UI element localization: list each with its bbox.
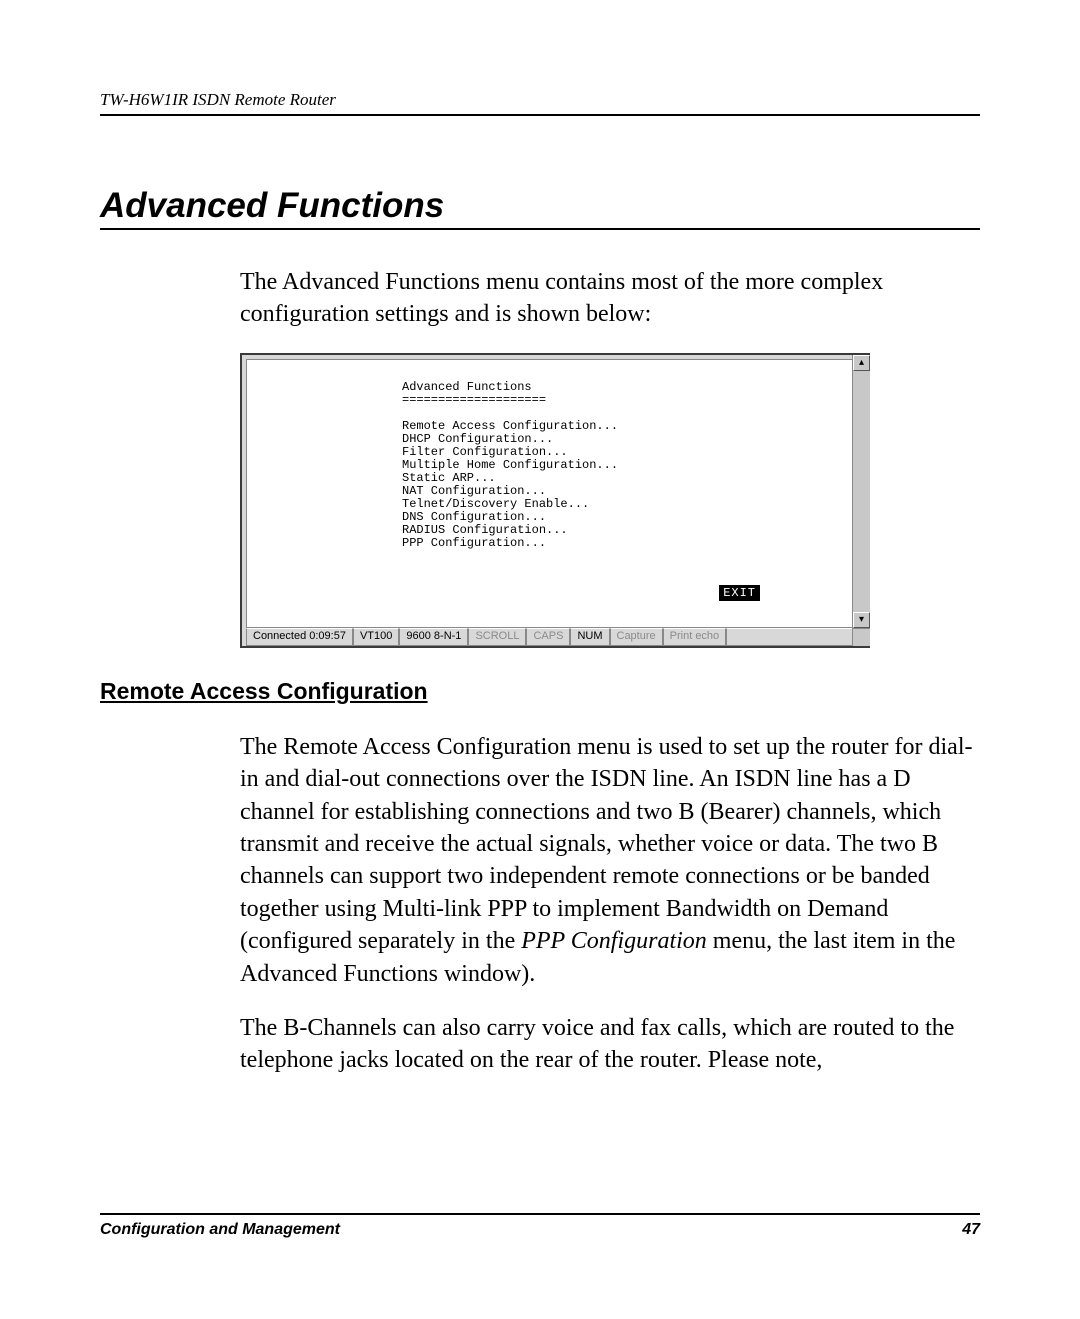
menu-item[interactable]: DHCP Configuration...: [402, 432, 553, 446]
status-num: NUM: [570, 628, 609, 646]
status-capture: Capture: [610, 628, 663, 646]
menu-item[interactable]: RADIUS Configuration...: [402, 523, 568, 537]
status-bar: Connected 0:09:57 VT100 9600 8-N-1 SCROL…: [246, 627, 853, 646]
status-port: 9600 8-N-1: [399, 628, 468, 646]
paragraph-1-italic: PPP Configuration: [521, 928, 707, 954]
paragraph-2: The B-Channels can also carry voice and …: [240, 1012, 980, 1077]
running-header: TW-H6W1IR ISDN Remote Router: [100, 90, 980, 116]
menu-item[interactable]: DNS Configuration...: [402, 510, 546, 524]
menu-item[interactable]: Remote Access Configuration...: [402, 419, 618, 433]
terminal-underline: ====================: [402, 393, 546, 407]
status-caps: CAPS: [526, 628, 570, 646]
page-number: 47: [962, 1221, 980, 1239]
menu-item[interactable]: PPP Configuration...: [402, 536, 546, 550]
menu-item[interactable]: Telnet/Discovery Enable...: [402, 497, 589, 511]
resize-grip-icon[interactable]: [852, 628, 870, 646]
subheading: Remote Access Configuration: [100, 678, 980, 705]
status-scroll: SCROLL: [468, 628, 526, 646]
terminal-screenshot: Advanced Functions ==================== …: [240, 353, 870, 648]
menu-item[interactable]: Multiple Home Configuration...: [402, 458, 618, 472]
scroll-track[interactable]: [853, 371, 870, 612]
menu-item[interactable]: NAT Configuration...: [402, 484, 546, 498]
status-connected: Connected 0:09:57: [246, 628, 353, 646]
intro-paragraph: The Advanced Functions menu contains mos…: [240, 266, 980, 331]
menu-item[interactable]: Static ARP...: [402, 471, 496, 485]
section-title: Advanced Functions: [100, 186, 980, 230]
terminal-body: Advanced Functions ==================== …: [246, 359, 870, 634]
terminal-title: Advanced Functions: [402, 380, 532, 394]
exit-button[interactable]: EXIT: [719, 585, 760, 601]
status-emulation: VT100: [353, 628, 399, 646]
scroll-up-icon[interactable]: ▴: [853, 355, 870, 371]
paragraph-1-text: The Remote Access Configuration menu is …: [240, 734, 973, 954]
scrollbar[interactable]: ▴ ▾: [852, 355, 870, 628]
menu-item[interactable]: Filter Configuration...: [402, 445, 568, 459]
footer-left: Configuration and Management: [100, 1221, 340, 1239]
status-printecho: Print echo: [663, 628, 727, 646]
scroll-down-icon[interactable]: ▾: [853, 612, 870, 628]
paragraph-1: The Remote Access Configuration menu is …: [240, 731, 980, 990]
